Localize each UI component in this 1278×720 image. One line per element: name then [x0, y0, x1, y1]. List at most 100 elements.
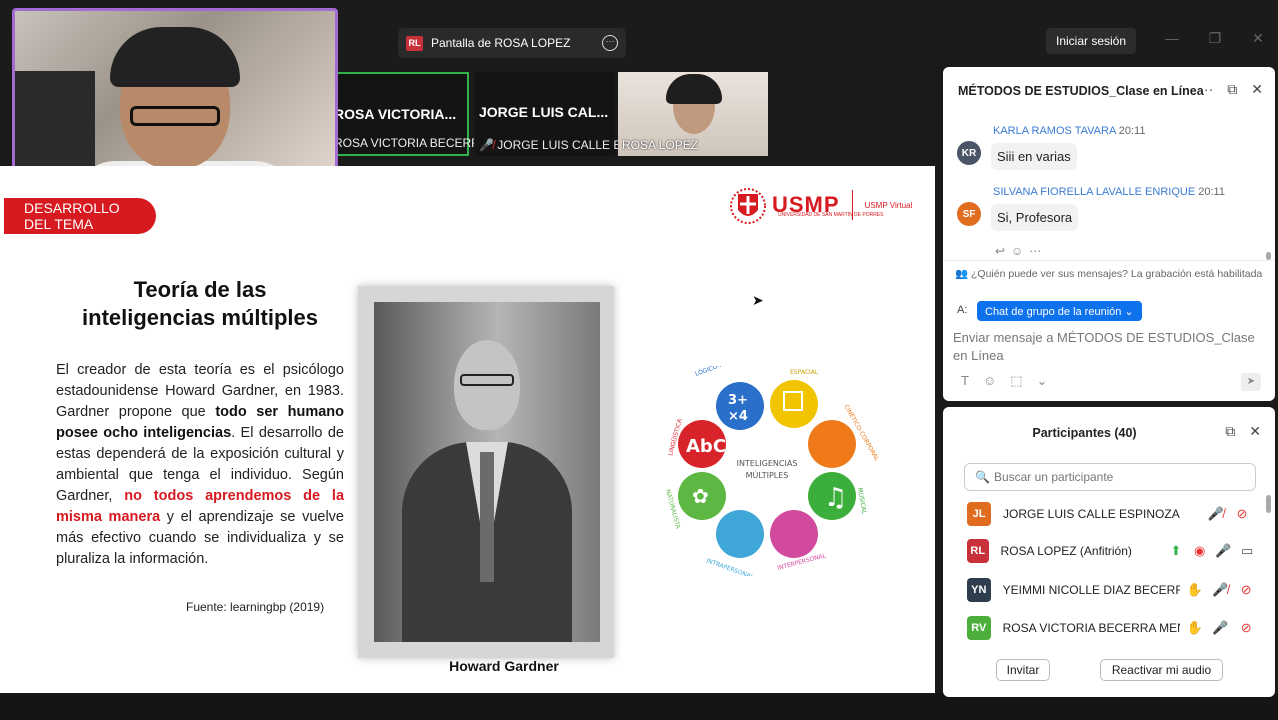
logo-virtual: USMP Virtual	[864, 200, 913, 210]
thumb-subname: ROSA LOPEZ	[622, 138, 699, 152]
send-icon[interactable]: ➤	[1241, 373, 1261, 391]
privacy-notice[interactable]: 👥 ¿Quién puede ver sus mensajes? La grab…	[955, 267, 1262, 280]
avatar: RV	[967, 616, 991, 640]
svg-text:INTELIGENCIAS: INTELIGENCIAS	[737, 459, 798, 468]
chat-panel: MÉTODOS DE ESTUDIOS_Clase en Línea ··· ⧉…	[943, 67, 1275, 401]
to-label: A:	[957, 304, 968, 316]
shared-slide: DESARROLLO DEL TEMA USMP USMP Virtual UN…	[0, 166, 935, 693]
close-window-icon[interactable]: ✕	[1248, 30, 1268, 47]
invite-button[interactable]: Invitar	[996, 659, 1050, 681]
svg-text:×4: ×4	[728, 409, 748, 424]
screen-share-tab[interactable]: RL Pantalla de ROSA LOPEZ ···	[398, 28, 626, 58]
participant-row[interactable]: RL ROSA LOPEZ (Anfitrión) ⬆ ◉ 🎤 ▭	[967, 538, 1257, 564]
banner-line-1: DESARROLLO	[24, 200, 120, 216]
maximize-icon[interactable]: ❐	[1205, 30, 1225, 47]
video-off-icon[interactable]: ⊘	[1231, 506, 1253, 522]
usmp-shield-icon	[730, 188, 766, 224]
video-thumb-jorge-luis[interactable]: JORGE LUIS CAL... 🎤̸ JORGE LUIS CALLE ES…	[475, 72, 619, 156]
participant-row[interactable]: RV ROSA VICTORIA BECERRA MEN... ✋ 🎤 ⊘	[967, 615, 1257, 641]
banner-line-2: DEL TEMA	[24, 216, 94, 232]
raised-hand-icon: ✋	[1186, 620, 1203, 635]
participants-panel: Participantes (40) ⧉ ✕ 🔍 Buscar un parti…	[943, 407, 1275, 697]
logo-subtitle: UNIVERSIDAD DE SAN MARTÍN DE PORRES	[778, 212, 884, 218]
participants-title: Participantes (40)	[1032, 426, 1137, 440]
mouse-cursor-icon: ➤	[752, 292, 764, 308]
muted-mic-icon: 🎤̸	[479, 138, 494, 152]
message-reactions[interactable]: ↩☺⋯	[995, 244, 1047, 258]
more-options-icon[interactable]: ···	[602, 35, 618, 51]
title-line-2: inteligencias múltiples	[82, 305, 318, 330]
usmp-logo: USMP USMP Virtual UNIVERSIDAD DE SAN MAR…	[730, 184, 912, 226]
message-sender: KARLA RAMOS TAVARA 20:11	[993, 125, 1146, 137]
close-icon[interactable]: ✕	[1251, 81, 1263, 98]
photo-caption: Howard Gardner	[449, 658, 559, 674]
photo-glasses	[460, 374, 514, 386]
close-icon[interactable]: ✕	[1249, 423, 1261, 440]
mic-icon[interactable]: 🎤	[1214, 543, 1234, 559]
participants-header-actions: ⧉ ✕	[1225, 423, 1261, 440]
avatar: SF	[957, 202, 981, 226]
reactivate-audio-button[interactable]: Reactivar mi audio	[1100, 659, 1223, 681]
chat-header-actions: ··· ⧉ ✕	[1199, 81, 1263, 98]
screen-share-icon: ⬆	[1170, 543, 1182, 558]
share-owner-badge: RL	[406, 35, 423, 51]
search-icon: 🔍	[975, 470, 990, 484]
more-icon[interactable]: ···	[1199, 81, 1213, 98]
raised-hand-icon: ✋	[1186, 582, 1203, 597]
chat-message-input[interactable]: Enviar mensaje a MÉTODOS DE ESTUDIOS_Cla…	[953, 329, 1263, 365]
svg-text:ESPACIAL: ESPACIAL	[790, 369, 819, 376]
avatar: JL	[967, 502, 991, 526]
slide-source: Fuente: learningbp (2019)	[186, 600, 325, 614]
intelligences-wheel: ♫ ✿ AbC 3+ ×4 INTELIGENCIAS MÚLTIPLES LÓ…	[664, 366, 880, 576]
participant-name: ROSA VICTORIA BECERRA MEN...	[1002, 621, 1180, 635]
muted-mic-icon[interactable]: 🎤̸	[1210, 582, 1232, 598]
message-bubble: Siii en varias	[991, 143, 1077, 170]
interpersonal-icon	[770, 510, 818, 558]
svg-text:3+: 3+	[728, 393, 748, 408]
message-sender: SILVANA FIORELLA LAVALLE ENRIQUE 20:11	[993, 186, 1225, 198]
participant-hair	[666, 74, 722, 104]
svg-text:AbC: AbC	[686, 436, 726, 457]
thumb-subname: 🎤̸ JORGE LUIS CALLE ES...	[479, 138, 619, 152]
thumb-name: ROSA VICTORIA...	[334, 106, 457, 122]
thumb-subname: ROSA VICTORIA BECERR...	[334, 136, 474, 150]
screen-bottom-edge	[0, 693, 1278, 720]
search-placeholder: Buscar un participante	[993, 470, 1114, 484]
section-banner: DESARROLLO DEL TEMA	[4, 198, 156, 234]
video-off-icon[interactable]: ⊘	[1235, 582, 1257, 598]
participant-row[interactable]: JL JORGE LUIS CALLE ESPINOZA (Yo) 🎤̸ ⊘	[967, 501, 1257, 527]
video-thumb-rosa-lopez[interactable]: ROSA LOPEZ	[618, 72, 768, 156]
photo-tie	[480, 452, 494, 582]
chat-scrollbar[interactable]	[1266, 252, 1271, 260]
thumb-name: JORGE LUIS CAL...	[479, 104, 609, 120]
share-tab-label: Pantalla de ROSA LOPEZ	[431, 36, 571, 50]
message-bubble: Si, Profesora	[991, 204, 1079, 231]
participants-scrollbar[interactable]	[1266, 495, 1271, 513]
participant-name: YEIMMI NICOLLE DIAZ BECERRA	[1002, 583, 1180, 597]
video-person-hair	[110, 27, 240, 87]
video-background	[15, 71, 95, 181]
participant-search-input[interactable]: 🔍 Buscar un participante	[964, 463, 1256, 491]
title-line-1: Teoría de las	[133, 277, 267, 302]
signin-button[interactable]: Iniciar sesión	[1046, 28, 1136, 54]
slide-body: El creador de esta teoría es el psicólog…	[56, 360, 344, 570]
participant-name: JORGE LUIS CALLE ESPINOZA (Yo)	[1003, 507, 1183, 521]
recording-icon: ◉	[1193, 543, 1206, 558]
video-icon[interactable]: ▭	[1237, 543, 1257, 559]
svg-text:INTRAPERSONAL: INTRAPERSONAL	[705, 557, 755, 576]
muted-mic-icon[interactable]: 🎤̸	[1205, 506, 1227, 522]
participant-name: ROSA LOPEZ (Anfitrión)	[1000, 544, 1132, 558]
avatar: YN	[967, 578, 991, 602]
video-off-icon[interactable]: ⊘	[1235, 620, 1257, 636]
video-thumb-rosa-victoria[interactable]: ROSA VICTORIA... ROSA VICTORIA BECERR...	[328, 72, 474, 156]
chat-formatting-tools[interactable]: T☺⬚⌄	[961, 373, 1061, 389]
spatial-cube-icon	[770, 380, 818, 428]
popout-icon[interactable]: ⧉	[1225, 423, 1235, 440]
chat-recipient-select[interactable]: Chat de grupo de la reunión ⌄	[977, 301, 1142, 321]
minimize-icon[interactable]: —	[1162, 30, 1182, 46]
popout-icon[interactable]: ⧉	[1227, 81, 1237, 98]
divider	[943, 260, 1275, 261]
slide-title: Teoría de las inteligencias múltiples	[60, 276, 340, 332]
mic-icon[interactable]: 🎤	[1210, 620, 1232, 636]
participant-row[interactable]: YN YEIMMI NICOLLE DIAZ BECERRA ✋ 🎤̸ ⊘	[967, 577, 1257, 603]
